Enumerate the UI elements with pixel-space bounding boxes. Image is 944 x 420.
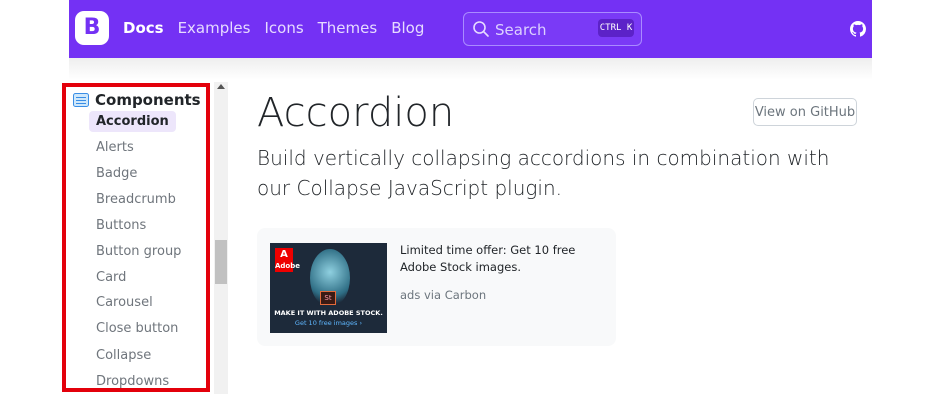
sidebar-item-dropdowns[interactable]: Dropdowns — [89, 371, 176, 388]
bootstrap-logo[interactable]: B — [75, 11, 109, 45]
search-icon — [473, 21, 489, 37]
scroll-up-arrow-icon[interactable] — [217, 84, 225, 89]
search-placeholder: Search — [495, 21, 547, 39]
carbon-ad: A Adobe St MAKE IT WITH ADOBE STOCK. Get … — [257, 228, 616, 346]
sidebar-item-alerts[interactable]: Alerts — [89, 137, 141, 158]
adobe-logo: A Adobe — [275, 248, 300, 272]
sidebar-item-button-group[interactable]: Button group — [89, 241, 188, 262]
ads-via-carbon-link[interactable]: ads via Carbon — [400, 288, 486, 302]
nav-link-themes[interactable]: Themes — [318, 19, 378, 37]
sidebar-item-close-button[interactable]: Close button — [89, 318, 185, 339]
page-lead: Build vertically collapsing accordions i… — [257, 146, 830, 200]
sidebar-section-header: Components — [73, 91, 201, 109]
sidebar-item-card[interactable]: Card — [89, 267, 133, 288]
page-title: Accordion — [257, 90, 455, 136]
navbar-shadow — [69, 58, 872, 80]
scrollbar-thumb[interactable] — [215, 240, 227, 284]
github-icon[interactable] — [850, 21, 866, 37]
view-on-github-button[interactable]: View on GitHub — [753, 98, 857, 126]
keyboard-shortcut-badge: CTRL K — [598, 19, 634, 37]
top-navbar: B Docs Examples Icons Themes Blog Search… — [69, 0, 872, 58]
sidebar-scrollbar[interactable] — [214, 82, 228, 394]
ad-text-link[interactable]: Limited time offer: Get 10 free Adobe St… — [400, 242, 610, 276]
nav-links: Docs Examples Icons Themes Blog — [123, 19, 424, 37]
nav-link-blog[interactable]: Blog — [391, 19, 424, 37]
sidebar-item-accordion[interactable]: Accordion — [89, 111, 176, 132]
sidebar-item-buttons[interactable]: Buttons — [89, 215, 153, 236]
components-icon — [73, 93, 89, 107]
sidebar-item-collapse[interactable]: Collapse — [89, 345, 158, 366]
nav-link-docs[interactable]: Docs — [123, 19, 164, 37]
sidebar-item-badge[interactable]: Badge — [89, 163, 144, 184]
sidebar-components: Components Accordion Alerts Badge Breadc… — [62, 83, 210, 392]
nav-link-examples[interactable]: Examples — [178, 19, 251, 37]
sidebar-item-breadcrumb[interactable]: Breadcrumb — [89, 189, 183, 210]
ad-caption-link: Get 10 free images › — [294, 319, 363, 327]
search-button[interactable]: Search CTRL K — [463, 12, 642, 46]
ad-image[interactable]: A Adobe St MAKE IT WITH ADOBE STOCK. Get … — [270, 243, 387, 333]
adobe-stock-badge: St — [320, 291, 336, 305]
sidebar-item-carousel[interactable]: Carousel — [89, 292, 160, 313]
nav-link-icons[interactable]: Icons — [264, 19, 303, 37]
ad-caption: MAKE IT WITH ADOBE STOCK. — [274, 309, 383, 317]
sidebar-section-title: Components — [95, 91, 201, 109]
